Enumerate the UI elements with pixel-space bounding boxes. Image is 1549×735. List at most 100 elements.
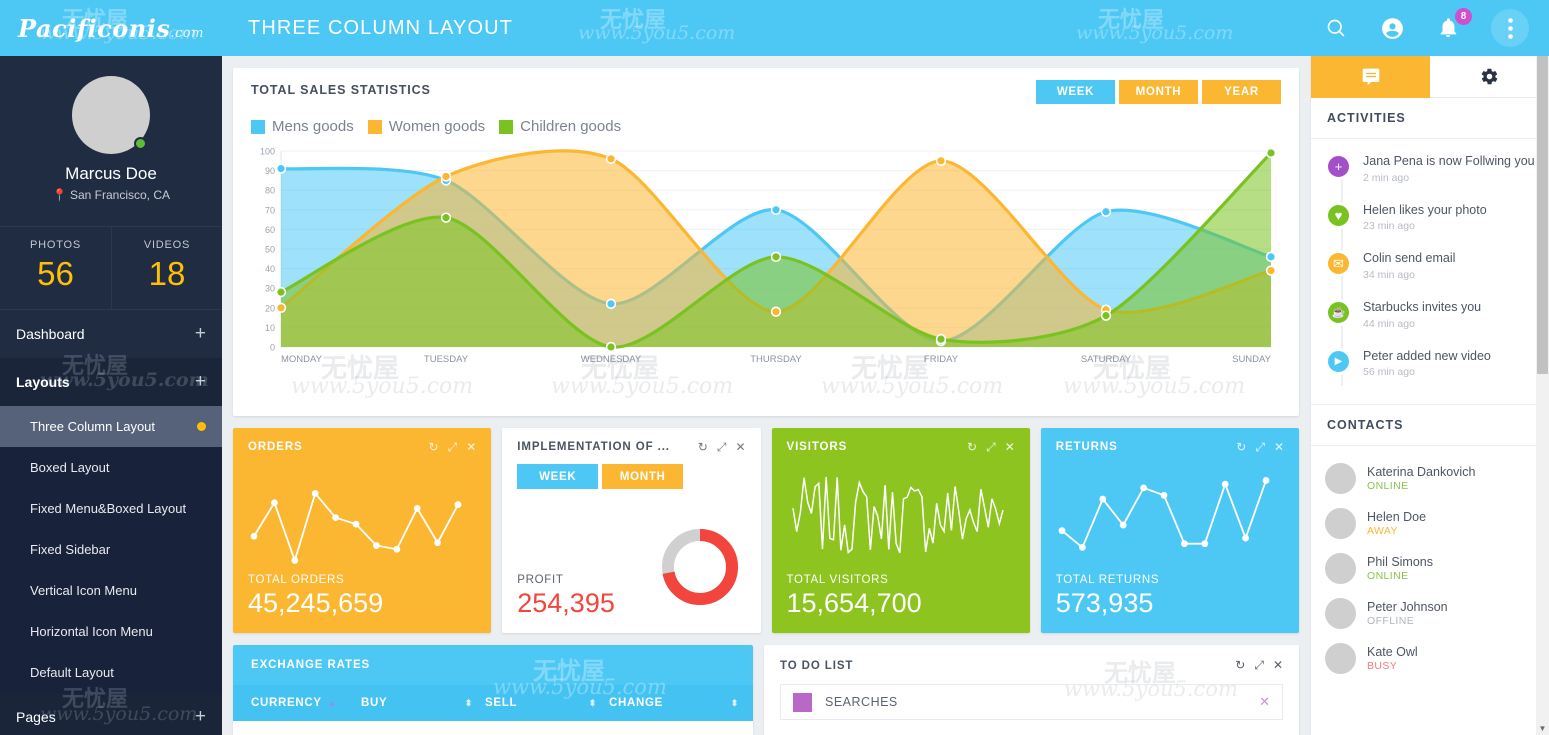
legend-swatch (499, 119, 514, 134)
svg-text:THURSDAY: THURSDAY (750, 354, 802, 365)
sidebar-item-fixed-menu-boxed-layout[interactable]: Fixed Menu&Boxed Layout (0, 488, 222, 529)
sidebar-sublist-layouts: Three Column Layout Boxed Layout Fixed M… (0, 406, 222, 693)
legend-item-children-goods[interactable]: Children goods (499, 118, 621, 135)
sidebar-item-horizontal-icon-menu[interactable]: Horizontal Icon Menu (0, 611, 222, 652)
activities-title: ACTIVITIES (1311, 98, 1549, 139)
account-circle-icon[interactable] (1379, 15, 1405, 41)
close-icon[interactable]: ✕ (466, 441, 476, 453)
svg-text:SUNDAY: SUNDAY (1232, 354, 1272, 365)
contact-name: Helen Doe (1367, 510, 1427, 525)
refresh-icon[interactable]: ↻ (967, 441, 977, 453)
sidebar-group-dashboard[interactable]: Dashboard + (0, 310, 222, 358)
watermark-url: www.5you5.com (551, 374, 734, 399)
refresh-icon[interactable]: ↻ (698, 441, 708, 453)
impl-week-button[interactable]: WEEK (517, 464, 599, 489)
activity-time: 34 min ago (1363, 268, 1415, 281)
contact-item[interactable]: Helen Doe AWAY (1311, 501, 1549, 546)
location-pin-icon: 📍 (52, 188, 67, 202)
tab-chat[interactable] (1311, 56, 1430, 98)
exchange-rates-body (233, 721, 753, 735)
profile-stats: PHOTOS 56 VIDEOS 18 (0, 226, 222, 310)
sidebar-group-pages[interactable]: Pages + 无忧屋 www.5you5.com (0, 686, 222, 735)
returns-sparkline (1056, 459, 1284, 574)
todo-item[interactable]: SEARCHES ✕ (780, 684, 1283, 720)
kpi-header: RETURNS ↻ ⤢ ✕ (1056, 441, 1284, 453)
column-sell[interactable]: SELL ⬍ (485, 697, 609, 709)
svg-text:0: 0 (270, 343, 275, 353)
column-change[interactable]: CHANGE ⬍ (609, 697, 753, 709)
card-tools: ↻ ⤢ ✕ (429, 441, 477, 453)
bell-icon[interactable]: 8 (1435, 8, 1472, 41)
more-vertical-icon[interactable] (1491, 9, 1529, 47)
page-title: THREE COLUMN LAYOUT (248, 16, 514, 39)
scroll-down-arrow[interactable]: ▼ (1536, 722, 1549, 735)
refresh-icon[interactable]: ↻ (1236, 441, 1246, 453)
activity-item[interactable]: ▶ Peter added new video 56 min ago (1311, 347, 1549, 397)
sidebar-item-fixed-sidebar[interactable]: Fixed Sidebar (0, 529, 222, 570)
expand-plus-icon[interactable]: + (195, 371, 206, 393)
activity-item[interactable]: + Jana Pena is now Follwing you 2 min ag… (1311, 153, 1549, 202)
watermark-url: www.5you5.com (821, 374, 1004, 399)
svg-text:FRIDAY: FRIDAY (924, 354, 959, 365)
avatar[interactable] (72, 76, 150, 154)
refresh-icon[interactable]: ↻ (429, 441, 439, 453)
svg-text:20: 20 (265, 303, 275, 313)
search-icon[interactable] (1323, 15, 1349, 41)
contact-status: BUSY (1367, 660, 1398, 673)
impl-month-button[interactable]: MONTH (602, 464, 684, 489)
watermark-cn: 无忧屋 (600, 7, 667, 33)
expand-plus-icon[interactable]: + (195, 323, 206, 345)
activity-item[interactable]: ♥ Helen likes your photo 23 min ago (1311, 201, 1549, 251)
watermark-url: www.5you5.com (1076, 22, 1234, 44)
close-icon[interactable]: ✕ (1005, 441, 1015, 453)
close-icon[interactable]: ✕ (1273, 658, 1283, 673)
kpi-value: 573,935 (1055, 588, 1154, 618)
sort-both-icon: ⬍ (588, 697, 597, 708)
contact-item[interactable]: Phil Simons ONLINE (1311, 546, 1549, 591)
contact-item[interactable]: Kate Owl BUSY (1311, 636, 1549, 681)
kpi-title: VISITORS (786, 441, 848, 453)
expand-icon[interactable]: ⤢ (1254, 658, 1264, 673)
contact-avatar (1325, 553, 1356, 585)
right-panel-tabs (1311, 56, 1549, 98)
expand-plus-icon[interactable]: + (195, 706, 206, 728)
tab-settings[interactable] (1430, 56, 1549, 98)
legend-item-women-goods[interactable]: Women goods (367, 118, 485, 135)
follow-icon: + (1325, 153, 1352, 180)
legend-item-mens-goods[interactable]: Mens goods (251, 118, 354, 135)
kpi-card-orders: ORDERS ↻ ⤢ ✕ TOTAL ORDERS 45,245,659 (233, 428, 492, 633)
close-icon[interactable]: ✕ (735, 441, 745, 453)
column-buy[interactable]: BUY ⬍ (361, 697, 485, 709)
column-currency[interactable]: CURRENCY ▲ (233, 697, 361, 709)
bottom-row: EXCHANGE RATES CURRENCY ▲ BUY ⬍ SELL ⬍ C… (233, 645, 1299, 735)
close-icon[interactable]: ✕ (1274, 441, 1284, 453)
sidebar-group-label: Dashboard (16, 326, 85, 342)
sidebar-item-three-column-layout[interactable]: Three Column Layout (0, 406, 222, 447)
profile-location: 📍 San Francisco, CA (52, 188, 170, 202)
exchange-rates-columns: CURRENCY ▲ BUY ⬍ SELL ⬍ CHANGE ⬍ (233, 685, 753, 721)
expand-icon[interactable]: ⤢ (1255, 441, 1265, 453)
watermark-url: www.5you5.com (1063, 374, 1246, 399)
todo-remove-icon[interactable]: ✕ (1259, 694, 1270, 710)
range-month-button[interactable]: MONTH (1119, 80, 1198, 104)
expand-icon[interactable]: ⤢ (986, 441, 996, 453)
app-logo[interactable]: Pacificonis.com (0, 0, 222, 56)
contact-item[interactable]: Katerina Dankovich ONLINE (1311, 456, 1549, 501)
brand-name: Pacificonis.com (18, 13, 204, 43)
sidebar-item-default-layout[interactable]: Default Layout (0, 652, 222, 693)
range-week-button[interactable]: WEEK (1036, 80, 1115, 104)
svg-text:TUESDAY: TUESDAY (424, 354, 469, 365)
kpi-card-implementation: IMPLEMENTATION OF ... ↻ ⤢ ✕ WEEK MONTH P… (502, 428, 761, 633)
svg-text:90: 90 (265, 166, 275, 176)
sidebar-group-layouts[interactable]: Layouts + 无忧屋 www.5you5.com (0, 353, 222, 406)
activity-item[interactable]: ☕ Starbucks invites you 44 min ago (1311, 298, 1549, 348)
sidebar-item-vertical-icon-menu[interactable]: Vertical Icon Menu (0, 570, 222, 611)
refresh-icon[interactable]: ↻ (1235, 658, 1245, 673)
expand-icon[interactable]: ⤢ (717, 441, 727, 453)
range-year-button[interactable]: YEAR (1202, 80, 1281, 104)
contact-item[interactable]: Peter Johnson OFFLINE (1311, 591, 1549, 636)
watermark-url: www.5you5.com (291, 374, 474, 399)
activity-item[interactable]: ✉ Colin send email 34 min ago (1311, 250, 1549, 299)
expand-icon[interactable]: ⤢ (448, 441, 458, 453)
sidebar-item-boxed-layout[interactable]: Boxed Layout (0, 447, 222, 488)
